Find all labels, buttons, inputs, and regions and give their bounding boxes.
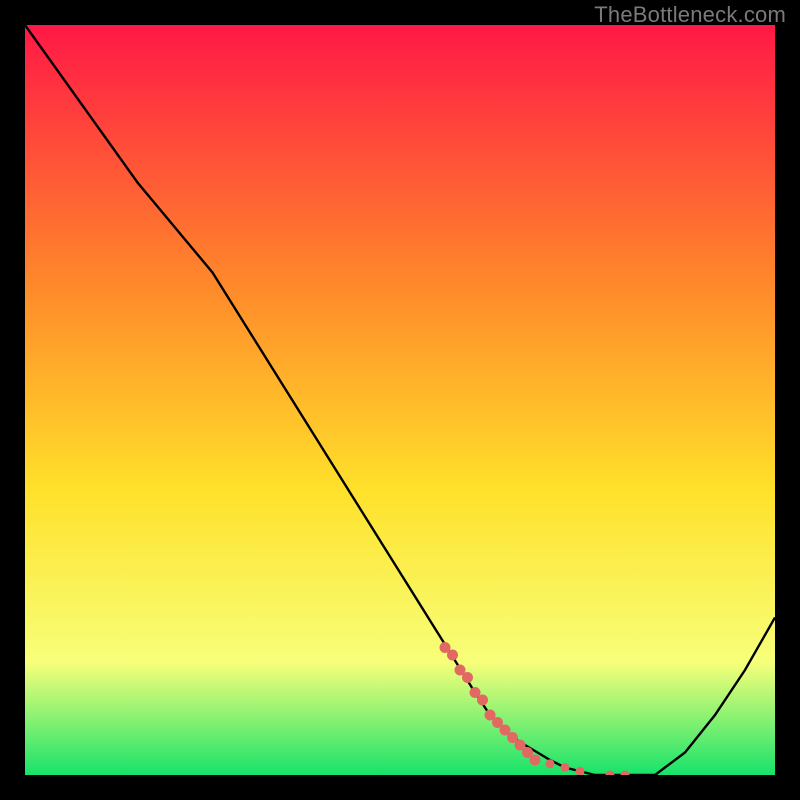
bottleneck-chart xyxy=(25,25,775,775)
marker-dot xyxy=(561,763,570,772)
plot-area xyxy=(25,25,775,775)
marker-dot xyxy=(447,650,458,661)
chart-frame: TheBottleneck.com xyxy=(0,0,800,800)
marker-dot xyxy=(530,755,541,766)
gradient-background xyxy=(25,25,775,775)
marker-dot xyxy=(462,672,473,683)
marker-dot xyxy=(477,695,488,706)
marker-dot xyxy=(546,759,555,768)
